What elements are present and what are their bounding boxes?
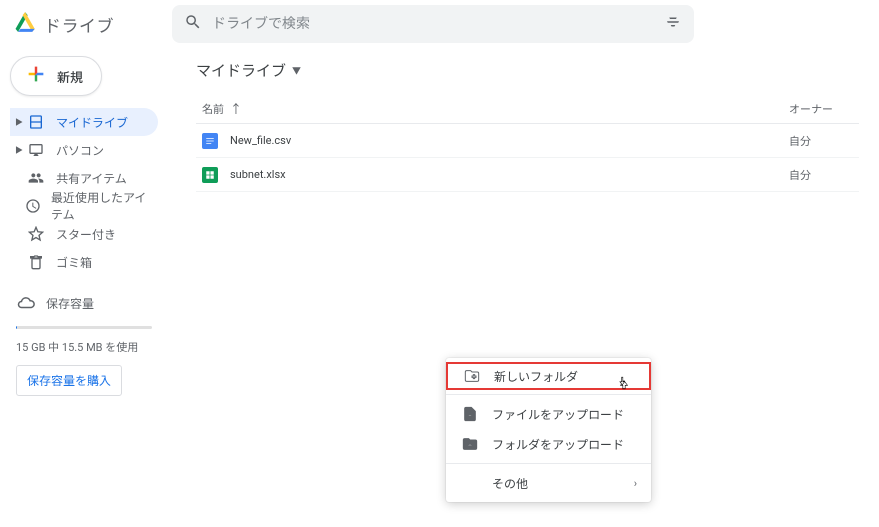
- sidebar-item-starred[interactable]: スター付き: [10, 220, 158, 248]
- storage-label: 保存容量: [46, 295, 94, 312]
- sidebar-item-label: ゴミ箱: [56, 254, 92, 271]
- trash-icon: [26, 254, 46, 270]
- menu-divider: [446, 394, 651, 395]
- sidebar-item-label: 最近使用したアイテム: [51, 189, 150, 223]
- storage-section: 保存容量 15 GB 中 15.5 MB を使用 保存容量を購入: [10, 294, 158, 396]
- chevron-down-icon: ▼: [292, 64, 301, 77]
- header: ドライブ: [0, 0, 879, 48]
- upload-folder-icon: [460, 436, 480, 452]
- expand-icon[interactable]: ▶: [14, 117, 24, 128]
- star-icon: [26, 226, 46, 242]
- column-header-owner[interactable]: オーナー: [789, 101, 859, 117]
- list-header: 名前 ↑ オーナー: [196, 94, 859, 124]
- sidebar-item-trash[interactable]: ゴミ箱: [10, 248, 158, 276]
- menu-item-label: 新しいフォルダ: [494, 368, 578, 385]
- menu-item-upload-folder[interactable]: フォルダをアップロード: [446, 429, 651, 459]
- recent-icon: [24, 198, 41, 214]
- sidebar-item-recent[interactable]: 最近使用したアイテム: [10, 192, 158, 220]
- logo-area: ドライブ: [8, 11, 168, 37]
- file-owner: 自分: [789, 167, 859, 183]
- breadcrumb[interactable]: マイドライブ ▼: [196, 52, 859, 88]
- chevron-right-icon: ›: [634, 477, 637, 490]
- sort-asc-icon: ↑: [230, 100, 242, 117]
- sidebar-item-label: スター付き: [56, 226, 116, 243]
- mydrive-icon: [26, 114, 46, 130]
- menu-item-new-folder[interactable]: 新しいフォルダ: [446, 362, 651, 390]
- upload-file-icon: [460, 406, 480, 422]
- cloud-icon: [16, 294, 36, 312]
- search-icon: [184, 13, 202, 35]
- new-button[interactable]: 新規: [10, 56, 102, 96]
- menu-divider: [446, 463, 651, 464]
- sidebar-item-label: マイドライブ: [56, 114, 128, 131]
- file-name: subnet.xlsx: [230, 168, 286, 181]
- sidebar-item-label: 共有アイテム: [56, 170, 127, 187]
- file-row[interactable]: subnet.xlsx 自分: [196, 158, 859, 192]
- file-row[interactable]: New_file.csv 自分: [196, 124, 859, 158]
- sidebar-item-computers[interactable]: ▶ パソコン: [10, 136, 158, 164]
- new-folder-icon: [462, 368, 482, 384]
- file-sheet-icon: [202, 167, 218, 183]
- context-menu: 新しいフォルダ ファイルをアップロード フォルダをアップロード その他 ›: [446, 358, 651, 502]
- sidebar: 新規 ▶ マイドライブ ▶ パソコン 共有アイテム 最近使用したアイテム スター…: [0, 48, 168, 527]
- sidebar-item-storage[interactable]: 保存容量: [16, 294, 152, 312]
- buy-storage-button[interactable]: 保存容量を購入: [16, 365, 122, 396]
- new-button-label: 新規: [57, 67, 83, 86]
- storage-bar: [16, 326, 152, 329]
- search-bar[interactable]: [172, 5, 694, 43]
- breadcrumb-label: マイドライブ: [196, 60, 286, 81]
- menu-item-label: フォルダをアップロード: [492, 436, 624, 453]
- expand-icon[interactable]: ▶: [14, 145, 24, 156]
- shared-icon: [26, 170, 46, 186]
- column-header-name[interactable]: 名前 ↑: [196, 100, 789, 117]
- drive-logo-icon: [14, 11, 36, 37]
- menu-item-upload-file[interactable]: ファイルをアップロード: [446, 399, 651, 429]
- menu-item-label: ファイルをアップロード: [492, 406, 624, 423]
- sidebar-item-mydrive[interactable]: ▶ マイドライブ: [10, 108, 158, 136]
- search-input[interactable]: [212, 16, 664, 32]
- computer-icon: [26, 142, 46, 158]
- app-title: ドライブ: [44, 12, 114, 37]
- sidebar-item-shared[interactable]: 共有アイテム: [10, 164, 158, 192]
- file-doc-icon: [202, 133, 218, 149]
- file-name: New_file.csv: [230, 134, 291, 147]
- plus-icon: [25, 63, 47, 89]
- menu-item-more[interactable]: その他 ›: [446, 468, 651, 498]
- storage-usage-text: 15 GB 中 15.5 MB を使用: [16, 339, 152, 355]
- file-owner: 自分: [789, 133, 859, 149]
- sidebar-item-label: パソコン: [56, 142, 104, 159]
- menu-item-label: その他: [492, 475, 528, 492]
- search-options-icon[interactable]: [664, 13, 682, 35]
